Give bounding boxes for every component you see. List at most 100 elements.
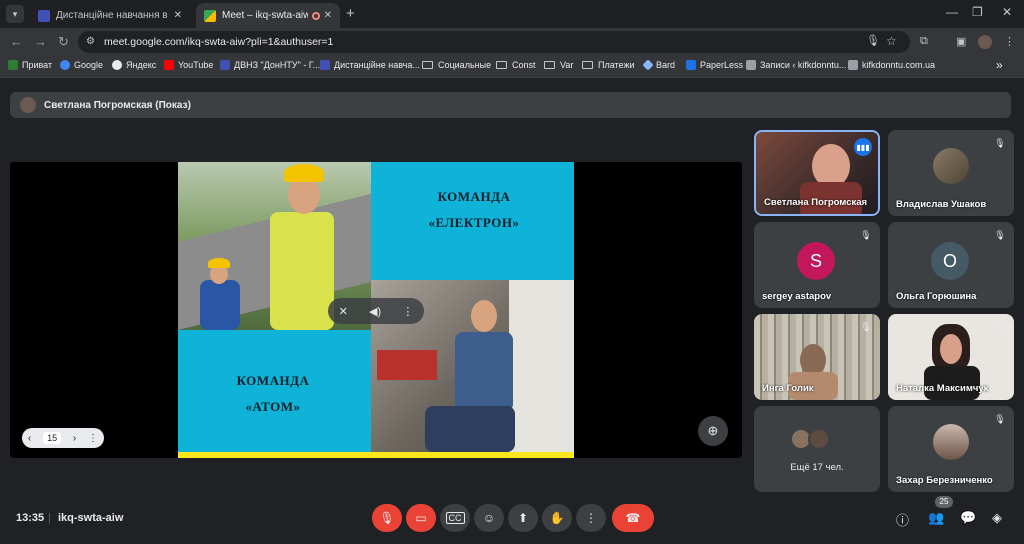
microphone-icon[interactable]: 🎙: [866, 34, 880, 47]
mic-muted-icon: 🎙: [994, 414, 1006, 424]
zoom-icon[interactable]: ⊕: [698, 416, 728, 446]
participant-name: sergey astapov: [762, 291, 832, 302]
slide-pager: ‹ 15 › ⋮: [22, 428, 104, 448]
classroom-favicon-icon: [38, 9, 50, 22]
participant-tile[interactable]: 🎙 Захар Березниченко: [888, 406, 1014, 492]
hang-up-icon: ☎: [625, 511, 641, 525]
chat-icon[interactable]: 💬: [960, 510, 976, 526]
camera-off-icon: ▭: [415, 511, 427, 525]
camera-off-button[interactable]: ▭: [406, 504, 436, 532]
site-info-icon[interactable]: ⚙: [86, 36, 95, 47]
participant-avatar: S: [797, 242, 835, 280]
team-atom-title: КОМАНДА «АТОМ»: [236, 373, 310, 414]
tab-meet[interactable]: Meet – ikq-swta-aiw ✕: [196, 3, 340, 28]
meeting-code: ikq-swta-aiw: [58, 512, 124, 524]
reload-icon[interactable]: ↻: [58, 34, 69, 50]
participant-name: Владислав Ушаков: [896, 199, 987, 210]
profile-avatar[interactable]: [978, 35, 992, 49]
bookmark-folder-const[interactable]: Const: [496, 60, 536, 70]
bookmark-yandex[interactable]: Яндекс: [112, 60, 156, 70]
participant-tile[interactable]: ▮▮▮ Светлана Погромская: [754, 130, 880, 216]
raise-hand-button[interactable]: ✋: [542, 504, 572, 532]
presenter-avatar: [20, 97, 36, 113]
bookmark-folder-var[interactable]: Var: [544, 60, 573, 70]
side-panel-icon[interactable]: ▣: [956, 35, 966, 48]
pager-menu-icon[interactable]: ⋮: [88, 433, 98, 444]
close-window-icon[interactable]: ✕: [1002, 5, 1012, 19]
participant-tile[interactable]: 🎙 Наталка Максимчук: [888, 314, 1014, 400]
bookmark-paperless[interactable]: PaperLess: [686, 60, 743, 70]
google-icon: [60, 60, 70, 70]
captions-icon: CC: [445, 512, 465, 524]
people-icon[interactable]: 👥: [928, 510, 944, 526]
more-bookmarks-icon[interactable]: »: [996, 58, 1003, 72]
menu-icon[interactable]: ⋮: [1004, 35, 1015, 48]
participant-tile[interactable]: О 🎙 Ольга Горюшина: [888, 222, 1014, 308]
bookmark-star-icon[interactable]: ☆: [886, 34, 897, 48]
bookmark-wordpress[interactable]: Записи ‹ kifkdonntu...: [746, 60, 846, 70]
hand-icon: ✋: [549, 511, 565, 525]
tab-classroom[interactable]: Дистанційне навчання в ВСП ✕: [30, 3, 190, 28]
new-tab-button[interactable]: +: [346, 5, 355, 22]
minimize-icon[interactable]: —: [946, 5, 958, 19]
pin-icon[interactable]: ✕: [339, 305, 348, 318]
close-tab-icon[interactable]: ✕: [174, 10, 182, 21]
present-button[interactable]: ⬆: [508, 504, 538, 532]
bookmark-classroom[interactable]: Дистанційне навча...: [320, 60, 420, 70]
more-options-button[interactable]: ⋮: [576, 504, 606, 532]
bard-icon: [642, 59, 654, 71]
yandex-icon: [112, 60, 122, 70]
extensions-icon[interactable]: ⧉: [920, 35, 928, 48]
tab-title: Дистанційне навчання в ВСП: [56, 10, 170, 21]
presenter-name: Светлана Погромская (Показ): [44, 99, 191, 111]
bookmarks-bar: Приват Google Яндекс YouTube ДВНЗ "ДонНТ…: [0, 56, 1024, 78]
volume-icon[interactable]: ◀): [369, 305, 381, 318]
url-text[interactable]: meet.google.com/ikq-swta-aiw?pli=1&authu…: [104, 36, 333, 48]
mic-off-icon: 🎙: [379, 511, 395, 525]
mic-off-button[interactable]: 🎙: [372, 504, 402, 532]
slide-number: 15: [43, 432, 62, 444]
record-icon: [311, 11, 320, 20]
presenter-bar: Светлана Погромская (Показ): [10, 92, 1011, 118]
participant-avatar: О: [931, 242, 969, 280]
more-participants-tile[interactable]: Ещё 17 чел.: [754, 406, 880, 492]
speaking-indicator-icon: ▮▮▮: [854, 138, 872, 156]
bookmark-kifkdonntu[interactable]: kifkdonntu.com.ua: [848, 60, 935, 70]
meeting-info-icon[interactable]: ⓘ: [896, 510, 909, 529]
participant-tile[interactable]: 🎙 Инга Голик: [754, 314, 880, 400]
forward-icon[interactable]: →: [34, 34, 47, 49]
reactions-button[interactable]: ☺: [474, 504, 504, 532]
participant-tile[interactable]: S 🎙 sergey astapov: [754, 222, 880, 308]
back-icon[interactable]: ←: [10, 34, 23, 49]
tab-search-icon[interactable]: ▾: [6, 5, 24, 23]
more-vert-icon: ⋮: [585, 511, 597, 525]
participant-name: Наталка Максимчук: [896, 383, 989, 394]
bookmark-folder-social[interactable]: Социальные: [422, 60, 491, 70]
activities-icon[interactable]: ◈: [992, 510, 1002, 526]
bookmark-donntu[interactable]: ДВНЗ "ДонНТУ" - Г...: [220, 60, 320, 70]
more-options-icon[interactable]: ⋮: [402, 305, 413, 318]
leave-call-button[interactable]: ☎: [612, 504, 654, 532]
bookmark-bard[interactable]: Bard: [642, 59, 675, 71]
bookmark-privat[interactable]: Приват: [8, 60, 52, 70]
presentation-overlay-controls: ✕ ◀) ⋮: [328, 298, 424, 324]
participant-avatar: [933, 148, 969, 184]
prev-slide-icon[interactable]: ‹: [28, 433, 31, 444]
bookmark-google[interactable]: Google: [60, 60, 103, 70]
bookmark-folder-payments[interactable]: Платежи: [582, 60, 635, 70]
participant-tile[interactable]: 🎙 Владислав Ушаков: [888, 130, 1014, 216]
paperless-icon: [686, 60, 696, 70]
restore-icon[interactable]: ❐: [972, 5, 983, 19]
more-participants-avatars: [790, 428, 830, 450]
donntu-icon: [220, 60, 230, 70]
captions-button[interactable]: CC: [440, 504, 470, 532]
next-slide-icon[interactable]: ›: [73, 433, 76, 444]
bookmark-youtube[interactable]: YouTube: [164, 60, 213, 70]
team-electron-title: КОМАНДА «ЕЛЕКТРОН»: [428, 189, 520, 230]
address-bar[interactable]: ⚙ meet.google.com/ikq-swta-aiw?pli=1&aut…: [78, 31, 910, 53]
folder-icon: [422, 61, 433, 69]
meeting-time: 13:35: [16, 512, 45, 524]
participant-name: Инга Голик: [762, 383, 814, 394]
close-tab-icon[interactable]: ✕: [324, 10, 332, 21]
folder-icon: [582, 61, 593, 69]
